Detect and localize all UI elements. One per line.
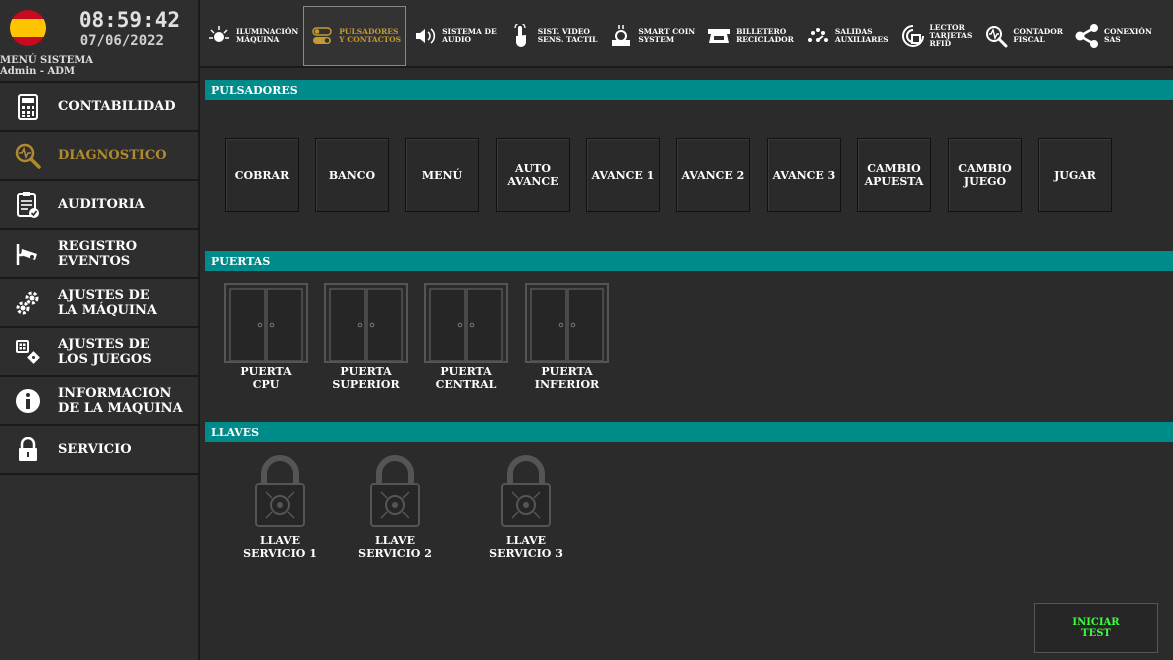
sidebar-item-diagnostico[interactable]: DIAGNOSTICO [0,132,198,181]
clock-time: 08:59:42 [78,8,180,32]
door-inferior: PUERTA INFERIOR [525,283,609,391]
double-door-icon [525,283,609,363]
top-toolbar: ILUMINACIÓN MÁQUINA PULSADORES Y CONTACT… [200,0,1173,68]
info-icon [14,387,42,415]
button-menu[interactable]: MENÚ [405,138,479,212]
gears-icon [14,289,42,317]
door-central: PUERTA CENTRAL [424,283,508,391]
clock-date: 07/06/2022 [79,33,164,49]
tab-pulsadores-contactos[interactable]: PULSADORES Y CONTACTOS [303,6,407,66]
sidebar-item-label: INFORMACION DE LA MAQUINA [58,385,183,416]
tab-conexion-sas[interactable]: CONEXIÓN SAS [1068,6,1157,66]
tab-label: LECTOR TARJETAS RFID [929,23,973,48]
sidebar-item-contabilidad[interactable]: CONTABILIDAD [0,83,198,132]
sidebar-item-label: SERVICIO [58,442,132,457]
padlock-key-icon [501,455,551,527]
sidebar-item-auditoria[interactable]: AUDITORIA [0,181,198,230]
tab-lector-rfid[interactable]: LECTOR TARJETAS RFID [894,6,978,66]
bill-icon [705,22,733,50]
clock-panel: 08:59:42 07/06/2022 MENÚ SISTEMA Admin -… [0,0,198,83]
game-settings-icon [14,338,42,366]
button-avance-1[interactable]: AVANCE 1 [586,138,660,212]
tab-label: SISTEMA DE AUDIO [442,27,497,44]
touch-icon [507,22,535,50]
double-door-icon [324,283,408,363]
light-icon [205,22,233,50]
tab-label: BILLETERO RECICLADOR [736,27,794,44]
padlock-key-icon [370,455,420,527]
menu-title: MENÚ SISTEMA [0,55,94,66]
key-label: LLAVE SERVICIO 2 [358,534,432,560]
speaker-icon [411,22,439,50]
key-servicio-1: LLAVE SERVICIO 1 [238,454,322,560]
sidebar: 08:59:42 07/06/2022 MENÚ SISTEMA Admin -… [0,0,200,660]
door-cpu: PUERTA CPU [224,283,308,391]
sidebar-item-ajustes-juegos[interactable]: AJUSTES DE LOS JUEGOS [0,328,198,377]
key-servicio-3: LLAVE SERVICIO 3 [484,454,568,560]
tab-label: SIST. VIDEO SENS. TACTIL [537,27,598,44]
tab-label: SMART COIN SYSTEM [638,27,696,44]
sidebar-item-label: CONTABILIDAD [58,99,176,114]
button-jugar[interactable]: JUGAR [1038,138,1112,212]
button-avance-2[interactable]: AVANCE 2 [676,138,750,212]
sidebar-item-label: REGISTRO EVENTOS [58,238,138,269]
tab-label: ILUMINACIÓN MÁQUINA [236,27,299,44]
sidebar-item-label: AUDITORIA [58,197,145,212]
padlock-key-icon [255,455,305,527]
tab-smart-coin[interactable]: SMART COIN SYSTEM [602,6,700,66]
rfid-icon [899,22,927,50]
button-cambio-juego[interactable]: CAMBIO JUEGO [948,138,1022,212]
door-label: PUERTA CENTRAL [435,365,497,391]
door-label: PUERTA INFERIOR [534,365,600,391]
sidebar-item-ajustes-maquina[interactable]: AJUSTES DE LA MÁQUINA [0,279,198,328]
section-header-puertas: PUERTAS [205,251,1173,271]
tab-label: CONEXIÓN SAS [1104,27,1152,44]
door-label: PUERTA SUPERIOR [332,365,400,391]
share-icon [1073,22,1101,50]
tab-billetero[interactable]: BILLETERO RECICLADOR [700,6,799,66]
start-test-button[interactable]: INICIAR TEST [1034,603,1158,653]
camera-icon [14,240,42,268]
button-cambio-apuesta[interactable]: CAMBIO APUESTA [857,138,931,212]
spain-flag-icon[interactable] [10,10,46,46]
coin-icon [607,22,635,50]
button-avance-3[interactable]: AVANCE 3 [767,138,841,212]
outputs-icon [804,22,832,50]
key-label: LLAVE SERVICIO 3 [489,534,563,560]
key-label: LLAVE SERVICIO 1 [243,534,317,560]
tab-salidas-auxiliares[interactable]: SALIDAS AUXILIARES [799,6,894,66]
sidebar-item-registro-eventos[interactable]: REGISTRO EVENTOS [0,230,198,279]
double-door-icon [424,283,508,363]
sidebar-item-label: AJUSTES DE LA MÁQUINA [58,287,157,318]
sidebar-item-informacion[interactable]: INFORMACION DE LA MAQUINA [0,377,198,426]
tab-contador-fiscal[interactable]: CONTADOR FISCAL [977,6,1068,66]
button-cobrar[interactable]: COBRAR [225,138,299,212]
key-servicio-2: LLAVE SERVICIO 2 [353,454,437,560]
toggle-icon [308,22,336,50]
padlock-icon [14,436,42,464]
section-header-llaves: LLAVES [205,422,1173,442]
calculator-icon [14,93,42,121]
button-auto-avance[interactable]: AUTO AVANCE [496,138,570,212]
tab-label: SALIDAS AUXILIARES [834,27,889,44]
diagnostic-magnifier-icon [14,142,42,170]
tab-label: PULSADORES Y CONTACTOS [339,27,402,44]
door-label: PUERTA CPU [240,365,292,391]
door-superior: PUERTA SUPERIOR [324,283,408,391]
sidebar-item-label: AJUSTES DE LOS JUEGOS [58,336,152,367]
clipboard-check-icon [14,191,42,219]
counter-icon [982,22,1010,50]
tab-video-tactil[interactable]: SIST. VIDEO SENS. TACTIL [502,6,603,66]
tab-sistema-audio[interactable]: SISTEMA DE AUDIO [406,6,502,66]
tab-label: CONTADOR FISCAL [1013,27,1064,44]
sidebar-item-label: DIAGNOSTICO [58,148,167,163]
double-door-icon [224,283,308,363]
section-header-pulsadores: PULSADORES [205,80,1173,100]
button-banco[interactable]: BANCO [315,138,389,212]
menu-user: Admin - ADM [0,66,76,77]
tab-iluminacion[interactable]: ILUMINACIÓN MÁQUINA [200,6,303,66]
sidebar-item-servicio[interactable]: SERVICIO [0,426,198,475]
